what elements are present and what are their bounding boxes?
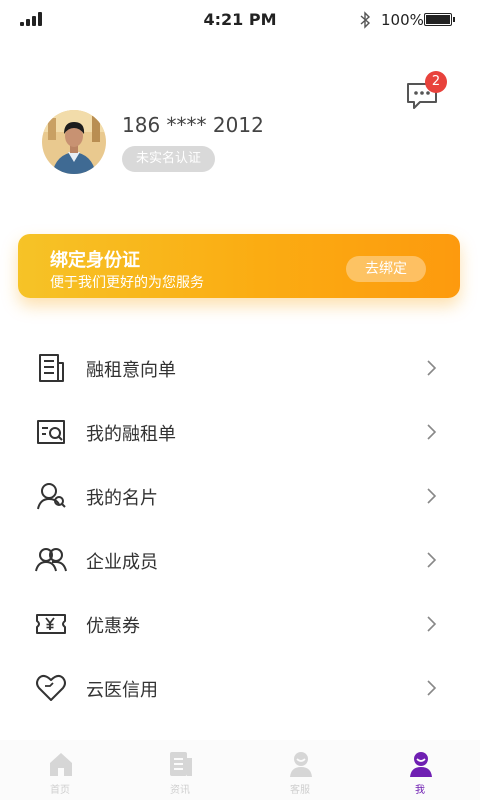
tab-label: 首页 (50, 785, 70, 796)
me-icon (410, 752, 432, 777)
battery-icon (424, 13, 455, 26)
menu-item-coupons[interactable]: 优惠券 (0, 592, 480, 656)
news-icon (170, 752, 192, 776)
tab-label: 资讯 (170, 785, 190, 796)
menu-item-label: 云医信用 (86, 680, 158, 701)
person-card-icon (37, 483, 66, 510)
banner-subtitle: 便于我们更好的为您服务 (50, 275, 204, 291)
tab-service[interactable]: 客服 (240, 740, 360, 800)
chevron-right-icon (427, 424, 437, 440)
tab-label: 客服 (290, 785, 310, 796)
tab-bar: 首页 资讯 客服 我 (0, 740, 480, 800)
chevron-right-icon (427, 616, 437, 632)
menu-item-business-card[interactable]: 我的名片 (0, 464, 480, 528)
menu-item-label: 我的融租单 (86, 424, 176, 445)
message-count-badge: 2 (425, 71, 447, 93)
menu-item-my-lease[interactable]: 我的融租单 (0, 400, 480, 464)
status-bar: 4:21 PM 100% (0, 0, 480, 40)
service-icon (290, 752, 312, 777)
home-icon (50, 753, 72, 776)
verify-status-badge[interactable]: 未实名认证 (122, 146, 216, 172)
tab-home[interactable]: 首页 (0, 740, 120, 800)
tab-news[interactable]: 资讯 (120, 740, 240, 800)
chevron-right-icon (427, 680, 437, 696)
menu-item-label: 融租意向单 (86, 360, 176, 381)
chevron-right-icon (427, 552, 437, 568)
search-document-icon (37, 420, 65, 444)
bluetooth-icon (360, 11, 371, 29)
chevron-right-icon (427, 488, 437, 504)
heart-icon (36, 674, 66, 701)
menu-item-lease-intent[interactable]: 融租意向单 (0, 336, 480, 400)
tab-me[interactable]: 我 (360, 740, 480, 800)
battery-percent: 100% (381, 11, 424, 29)
menu-item-members[interactable]: 企业成员 (0, 528, 480, 592)
banner-title: 绑定身份证 (50, 250, 140, 271)
phone-number: 186 **** 2012 (122, 113, 264, 137)
menu-item-label: 企业成员 (86, 552, 158, 573)
group-icon (35, 548, 67, 572)
bind-button[interactable]: 去绑定 (346, 256, 426, 282)
chevron-right-icon (427, 360, 437, 376)
menu-item-label: 优惠券 (86, 616, 140, 637)
menu-item-label: 我的名片 (86, 488, 158, 509)
coupon-icon (36, 614, 66, 634)
avatar[interactable] (42, 110, 106, 174)
document-icon (39, 354, 64, 382)
bind-id-banner[interactable]: 绑定身份证 便于我们更好的为您服务 去绑定 (18, 234, 460, 298)
tab-label: 我 (415, 785, 425, 796)
menu-item-credit[interactable]: 云医信用 (0, 656, 480, 720)
menu-list: 融租意向单 我的融租单 我的名片 企业成员 优惠券 云医信用 (0, 336, 480, 720)
